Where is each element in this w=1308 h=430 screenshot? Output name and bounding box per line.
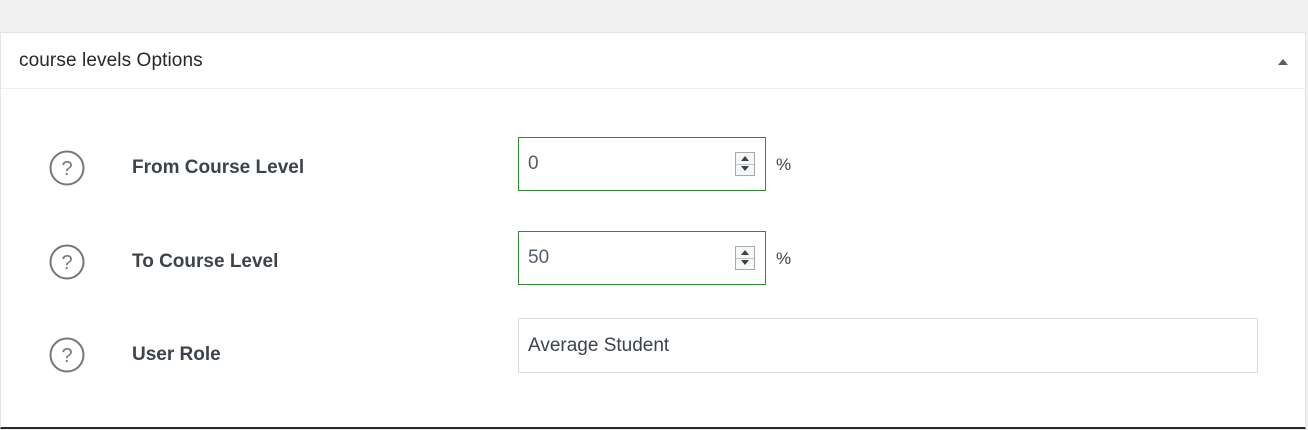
panel-toggle-button[interactable] [1273, 51, 1293, 71]
to-course-level-label: To Course Level [132, 251, 279, 272]
svg-text:?: ? [61, 345, 72, 367]
panel-title: course levels Options [19, 50, 203, 71]
from-course-level-value[interactable] [528, 153, 718, 175]
svg-text:?: ? [61, 158, 72, 180]
page: course levels Options ? From Course Leve… [0, 0, 1308, 430]
field-row-from-course-level: ? From Course Level % [1, 137, 1305, 193]
spin-down-button[interactable] [736, 258, 754, 269]
from-course-level-input[interactable] [518, 137, 766, 191]
user-role-input[interactable] [518, 318, 1258, 373]
spin-down-icon [741, 260, 749, 265]
panel-header: course levels Options [1, 33, 1305, 89]
spin-down-icon [741, 166, 749, 171]
from-course-level-unit: % [776, 155, 792, 174]
user-role-label: User Role [132, 344, 221, 365]
to-course-level-value[interactable] [528, 247, 718, 269]
triangle-up-icon [1278, 59, 1288, 65]
spin-up-icon [741, 156, 749, 161]
to-course-level-input[interactable] [518, 231, 766, 285]
to-course-level-unit: % [776, 249, 792, 268]
to-course-level-stepper[interactable] [735, 246, 755, 270]
from-course-level-stepper[interactable] [735, 152, 755, 176]
question-circle-icon[interactable]: ? [48, 149, 86, 187]
field-row-to-course-level: ? To Course Level % [1, 231, 1305, 287]
spin-down-button[interactable] [736, 164, 754, 175]
svg-text:?: ? [61, 252, 72, 274]
question-circle-icon[interactable]: ? [48, 336, 86, 374]
field-row-user-role: ? User Role [1, 318, 1305, 380]
user-role-value[interactable] [528, 335, 1228, 357]
course-levels-options-panel: course levels Options ? From Course Leve… [0, 32, 1306, 429]
spin-up-icon [741, 250, 749, 255]
question-circle-icon[interactable]: ? [48, 243, 86, 281]
from-course-level-label: From Course Level [132, 157, 305, 178]
